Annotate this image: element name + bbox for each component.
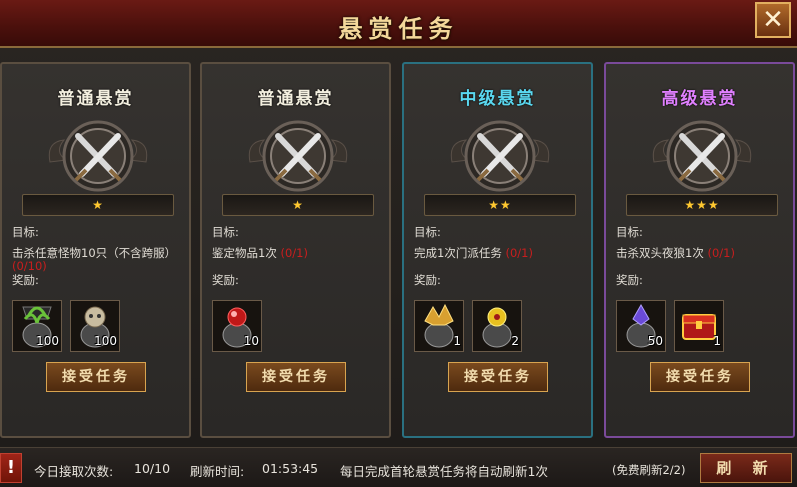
goal-label: 目标: — [414, 225, 441, 239]
accept-task-button[interactable]: 接受任务 — [246, 362, 346, 392]
close-button[interactable]: ✕ — [755, 2, 791, 38]
task-progress: (0/1) — [505, 246, 533, 260]
star-rating: ★ — [22, 194, 174, 216]
bounty-window: 悬赏任务 ✕ 普通悬赏 ★ 目标: 击杀任意怪物10只（不含跨服） (0/10)… — [0, 0, 797, 487]
reward-label: 奖励: — [12, 273, 39, 287]
window-title: 悬赏任务 — [338, 14, 459, 43]
item-quantity: 2 — [511, 334, 519, 348]
card-title: 中级悬赏 — [459, 89, 536, 109]
reward-label: 奖励: — [414, 273, 441, 287]
close-icon: ✕ — [762, 5, 784, 35]
item-quantity: 1 — [453, 334, 461, 348]
card-title: 普通悬赏 — [257, 89, 334, 109]
star-rating: ★★★ — [626, 194, 778, 216]
goal-label: 目标: — [616, 225, 643, 239]
item-quantity: 50 — [647, 334, 663, 348]
crossed-daggers-emblem-icon — [652, 120, 752, 192]
star-rating: ★ — [222, 194, 374, 216]
item-quantity: 1 — [713, 334, 721, 348]
reward-label: 奖励: — [212, 273, 239, 287]
daily-accept-label: 今日接取次数: — [34, 464, 114, 479]
bounty-card-advanced: 高级悬赏 ★★★ 目标: 击杀双头夜狼1次 (0/1) 奖励: 50 1 接受任… — [604, 62, 795, 438]
item-quantity: 100 — [36, 334, 59, 348]
exclamation-icon[interactable]: ! — [0, 453, 22, 483]
refresh-button[interactable]: 刷 新 — [700, 453, 792, 483]
refresh-countdown: 01:53:45 — [262, 461, 319, 476]
crossed-daggers-emblem-icon — [48, 120, 148, 192]
reward-item-slot[interactable]: 100 — [12, 300, 62, 352]
refresh-time-label: 刷新时间: — [190, 464, 245, 479]
bounty-card-normal-1: 普通悬赏 ★ 目标: 击杀任意怪物10只（不含跨服） (0/10) 奖励: 10… — [0, 62, 191, 438]
accept-task-button[interactable]: 接受任务 — [650, 362, 750, 392]
status-bar: ! 今日接取次数: 10/10 刷新时间: 01:53:45 每日完成首轮悬赏任… — [0, 447, 797, 487]
task-description: 完成1次门派任务 (0/1) — [414, 246, 533, 260]
task-description: 鉴定物品1次 (0/1) — [212, 246, 308, 260]
accept-task-button[interactable]: 接受任务 — [46, 362, 146, 392]
daily-accept-count: 10/10 — [134, 461, 171, 476]
free-refresh-count: (免费刷新2/2) — [612, 463, 686, 477]
crossed-daggers-emblem-icon — [248, 120, 348, 192]
reward-item-slot[interactable]: 50 — [616, 300, 666, 352]
task-progress: (0/1) — [280, 246, 308, 260]
item-quantity: 10 — [243, 334, 259, 348]
bounty-card-intermediate: 中级悬赏 ★★ 目标: 完成1次门派任务 (0/1) 奖励: 1 2 接受任务 — [402, 62, 593, 438]
title-bar: 悬赏任务 ✕ — [0, 0, 797, 48]
reward-item-slot[interactable]: 10 — [212, 300, 262, 352]
reward-item-slot[interactable]: 2 — [472, 300, 522, 352]
item-quantity: 100 — [94, 334, 117, 348]
task-progress: (0/1) — [707, 246, 735, 260]
reward-item-slot[interactable]: 1 — [414, 300, 464, 352]
refresh-notice: 每日完成首轮悬赏任务将自动刷新1次 — [340, 464, 548, 479]
task-description: 击杀双头夜狼1次 (0/1) — [616, 246, 735, 260]
reward-item-slot[interactable]: 100 — [70, 300, 120, 352]
task-progress: (0/10) — [12, 259, 47, 273]
goal-label: 目标: — [212, 225, 239, 239]
crossed-daggers-emblem-icon — [450, 120, 550, 192]
reward-item-slot[interactable]: 1 — [674, 300, 724, 352]
reward-label: 奖励: — [616, 273, 643, 287]
card-title: 普通悬赏 — [57, 89, 134, 109]
bounty-card-normal-2: 普通悬赏 ★ 目标: 鉴定物品1次 (0/1) 奖励: 10 接受任务 — [200, 62, 391, 438]
card-title: 高级悬赏 — [661, 89, 738, 109]
star-rating: ★★ — [424, 194, 576, 216]
goal-label: 目标: — [12, 225, 39, 239]
accept-task-button[interactable]: 接受任务 — [448, 362, 548, 392]
